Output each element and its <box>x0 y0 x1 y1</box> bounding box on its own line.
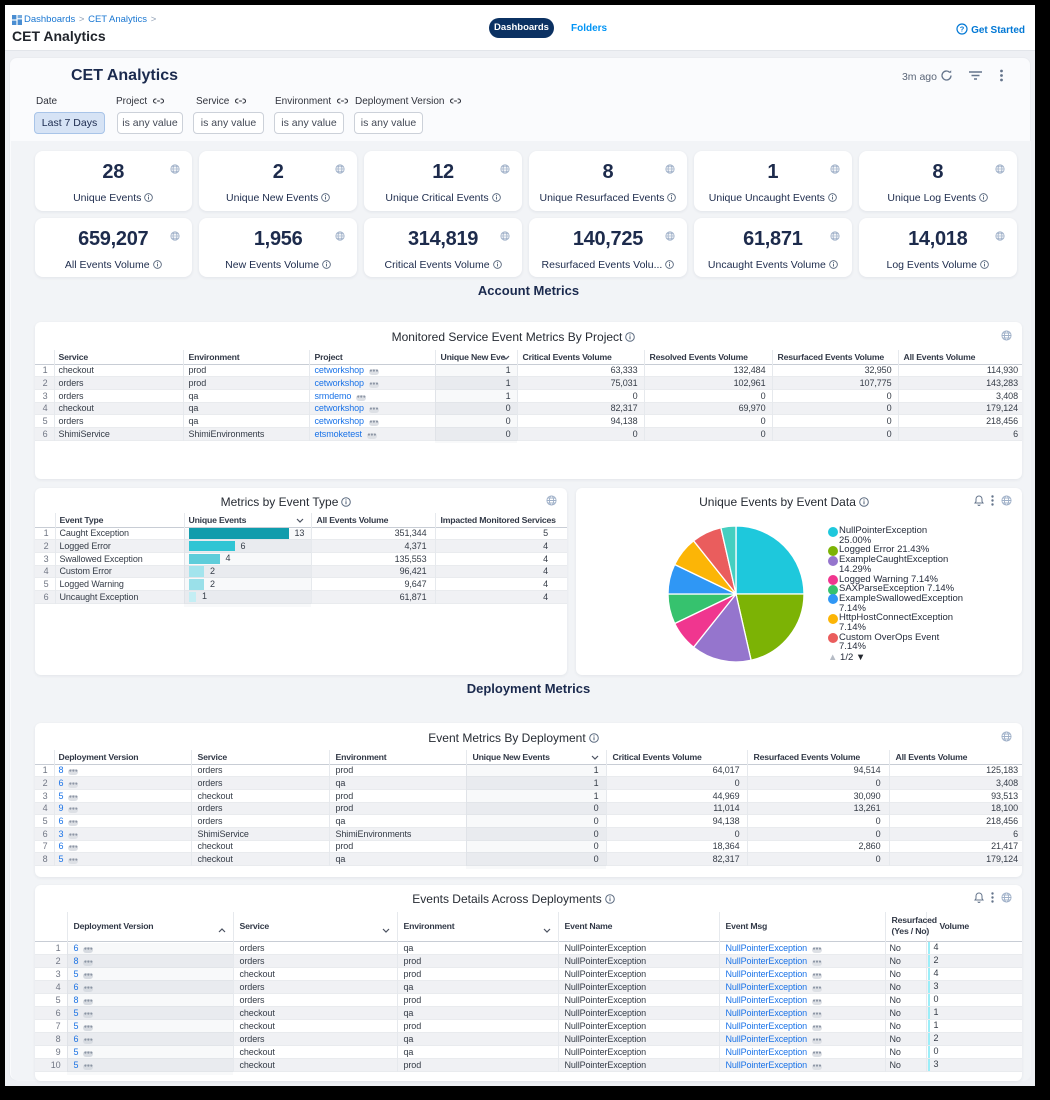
svg-text:?: ? <box>960 25 965 34</box>
